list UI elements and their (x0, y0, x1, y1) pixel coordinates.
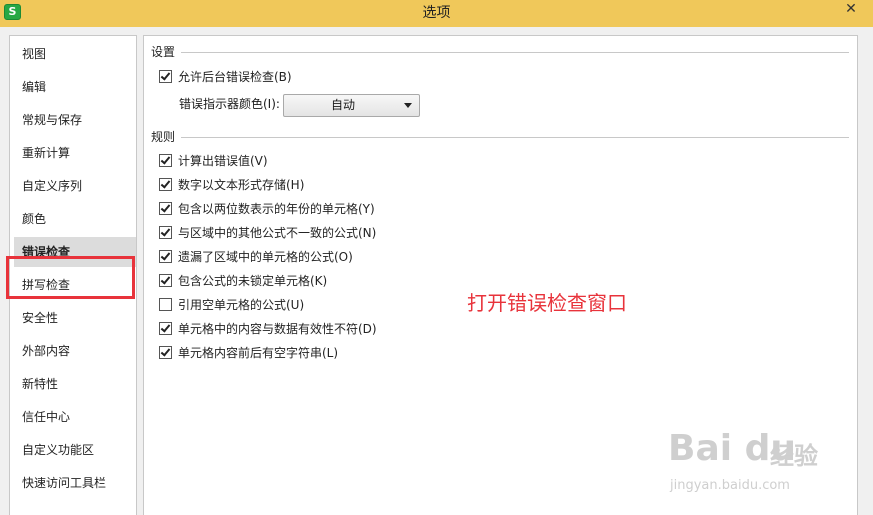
sidebar-item-security[interactable]: 安全性 (14, 303, 136, 333)
chevron-down-icon (404, 103, 412, 108)
sidebar-item-quick-access-toolbar[interactable]: 快速访问工具栏 (14, 468, 136, 498)
check-mark-icon (160, 346, 171, 357)
rules-section-header: 规则 (151, 130, 176, 144)
rule-label: 包含公式的未锁定单元格(K) (178, 274, 328, 288)
sidebar-item-external-content[interactable]: 外部内容 (14, 336, 136, 366)
rule-checkbox[interactable] (159, 322, 172, 335)
indicator-color-label: 错误指示器颜色(I): (179, 97, 280, 111)
rule-label: 遗漏了区域中的单元格的公式(O) (178, 250, 353, 264)
check-mark-icon (160, 202, 171, 213)
watermark-url: jingyan.baidu.com (670, 478, 790, 493)
check-mark-icon (160, 154, 171, 165)
rule-checkbox[interactable] (159, 346, 172, 359)
tutorial-annotation: 打开错误检查窗口 (467, 291, 627, 315)
rule-label: 数字以文本形式存储(H) (178, 178, 305, 192)
rule-checkbox[interactable] (159, 226, 172, 239)
check-mark-icon (160, 178, 171, 189)
sidebar-item-colors[interactable]: 颜色 (14, 204, 136, 234)
background-check-label: 允许后台错误检查(B) (178, 70, 292, 84)
rule-label: 单元格内容前后有空字符串(L) (178, 346, 339, 360)
background-check-checkbox[interactable] (159, 70, 172, 83)
watermark-jingyan: 经验 (770, 442, 818, 470)
sidebar-item-view[interactable]: 视图 (14, 39, 136, 69)
settings-section-header: 设置 (151, 45, 176, 59)
sidebar-item-new-features[interactable]: 新特性 (14, 369, 136, 399)
check-mark-icon (160, 70, 171, 81)
rules-divider (181, 137, 849, 138)
indicator-color-value: 自动 (330, 98, 355, 112)
rule-checkbox[interactable] (159, 250, 172, 263)
sidebar-item-recalculate[interactable]: 重新计算 (14, 138, 136, 168)
rule-label: 单元格中的内容与数据有效性不符(D) (178, 322, 377, 336)
window-title: 选项 (422, 5, 451, 21)
check-mark-icon (160, 226, 171, 237)
check-mark-icon (160, 250, 171, 261)
settings-divider (181, 52, 849, 53)
baidu-jingyan-watermark: Bai du 经验 jingyan.baidu.com (668, 428, 828, 498)
check-mark-icon (160, 274, 171, 285)
rule-label: 引用空单元格的公式(U) (178, 298, 305, 312)
rule-checkbox[interactable] (159, 274, 172, 287)
sidebar-item-customize-ribbon[interactable]: 自定义功能区 (14, 435, 136, 465)
sidebar-item-general-save[interactable]: 常规与保存 (14, 105, 136, 135)
window-edge (858, 27, 873, 515)
sidebar-item-edit[interactable]: 编辑 (14, 72, 136, 102)
selection-highlight-box (6, 256, 135, 299)
sidebar-item-trust-center[interactable]: 信任中心 (14, 402, 136, 432)
rule-label: 与区域中的其他公式不一致的公式(N) (178, 226, 377, 240)
sidebar-item-custom-lists[interactable]: 自定义序列 (14, 171, 136, 201)
rule-label: 包含以两位数表示的年份的单元格(Y) (178, 202, 375, 216)
indicator-color-dropdown[interactable]: 自动 (283, 94, 420, 117)
rule-checkbox[interactable] (159, 178, 172, 191)
rule-checkbox[interactable] (159, 154, 172, 167)
rule-label: 计算出错误值(V) (178, 154, 268, 168)
close-button[interactable]: ✕ (829, 0, 873, 20)
rule-checkbox-unchecked[interactable] (159, 298, 172, 311)
title-bar: S 选项 ✕ (0, 0, 873, 27)
check-mark-icon (160, 322, 171, 333)
rule-checkbox[interactable] (159, 202, 172, 215)
